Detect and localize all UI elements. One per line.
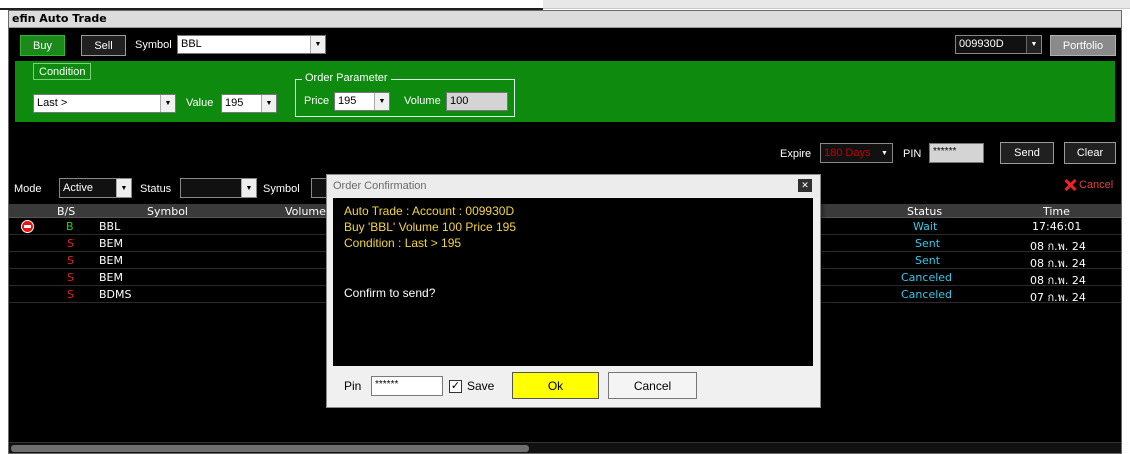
- save-label: Save: [467, 379, 495, 393]
- row-side: S: [67, 237, 74, 250]
- chevron-down-icon[interactable]: ▼: [241, 179, 256, 197]
- window-title: efin Auto Trade: [12, 12, 107, 25]
- expire-value: 180 Days: [824, 147, 871, 159]
- symbol-combobox[interactable]: BBL ▼: [177, 35, 326, 54]
- chevron-down-icon[interactable]: ▼: [877, 144, 892, 162]
- volume-field[interactable]: 100: [446, 92, 508, 111]
- expire-combobox[interactable]: 180 Days ▼: [820, 143, 893, 163]
- horizontal-scrollbar[interactable]: [9, 442, 1121, 453]
- header-status[interactable]: Status: [907, 205, 942, 218]
- dialog-message-area: Auto Trade : Account : 009930D Buy 'BBL'…: [333, 198, 813, 366]
- background-window-edge: [543, 0, 1130, 9]
- title-bar: efin Auto Trade: [9, 11, 1121, 28]
- chevron-down-icon[interactable]: ▼: [160, 95, 175, 112]
- price-label: Price: [304, 95, 330, 107]
- condition-panel: Condition Last > ▼ Value 195 ▼ Order Par…: [15, 61, 1115, 122]
- account-combobox[interactable]: 009930D ▼: [955, 35, 1042, 54]
- condition-value: 195: [225, 97, 244, 109]
- order-parameter-group: Order Parameter Price 195 ▼ Volume 100: [295, 72, 515, 117]
- order-confirmation-dialog: Order Confirmation ✕ Auto Trade : Accoun…: [326, 174, 821, 408]
- expire-label: Expire: [780, 148, 812, 160]
- close-icon[interactable]: ✕: [798, 179, 812, 192]
- condition-operator-combobox[interactable]: Last > ▼: [33, 94, 176, 113]
- dialog-title-bar: Order Confirmation ✕: [327, 175, 820, 197]
- status-label: Status: [140, 183, 172, 195]
- symbol-label: Symbol: [135, 39, 172, 51]
- portfolio-button[interactable]: Portfolio: [1050, 35, 1116, 56]
- row-symbol: BDMS: [99, 288, 132, 301]
- account-value: 009930D: [959, 38, 1004, 50]
- pin-value: ******: [933, 146, 957, 157]
- row-side: B: [66, 220, 74, 233]
- chevron-down-icon[interactable]: ▼: [1026, 36, 1041, 53]
- cancel-order-icon[interactable]: [21, 220, 34, 233]
- volume-value: 100: [450, 95, 469, 107]
- dialog-line-condition: Condition : Last > 195: [344, 236, 462, 250]
- symbol-filter-label: Symbol: [263, 183, 300, 195]
- clear-button[interactable]: Clear: [1064, 142, 1116, 164]
- row-side: S: [67, 288, 74, 301]
- cancel-x-icon: [1064, 179, 1076, 191]
- row-symbol: BBL: [99, 220, 121, 233]
- price-combobox[interactable]: 195 ▼: [334, 92, 390, 111]
- row-symbol: BEM: [99, 254, 123, 267]
- row-status: Canceled: [901, 288, 953, 301]
- dialog-confirm-text: Confirm to send?: [344, 286, 436, 300]
- chevron-down-icon[interactable]: ▼: [310, 36, 325, 53]
- row-side: S: [67, 254, 74, 267]
- row-time: 07 ก.พ. 24: [1030, 291, 1086, 304]
- row-time: 17:46:01: [1032, 220, 1082, 233]
- dialog-line-account: Auto Trade : Account : 009930D: [344, 204, 515, 218]
- mode-value: Active: [63, 182, 93, 194]
- condition-tab[interactable]: Condition: [33, 63, 92, 80]
- save-checkbox[interactable]: ✓: [449, 380, 462, 393]
- chevron-down-icon[interactable]: ▼: [374, 93, 389, 110]
- value-label: Value: [186, 97, 214, 109]
- value-combobox[interactable]: 195 ▼: [221, 94, 277, 113]
- header-bs[interactable]: B/S: [57, 205, 75, 218]
- row-status: Canceled: [901, 271, 953, 284]
- header-volume[interactable]: Volume: [285, 205, 326, 218]
- row-side: S: [67, 271, 74, 284]
- pin-field[interactable]: ******: [929, 143, 984, 163]
- volume-label: Volume: [404, 95, 441, 107]
- row-status: Sent: [915, 237, 941, 250]
- dialog-pin-value: ******: [375, 379, 399, 390]
- cancel-orders-label: Cancel: [1079, 179, 1114, 191]
- ok-button[interactable]: Ok: [512, 372, 599, 399]
- dialog-pin-field[interactable]: ******: [371, 376, 443, 396]
- row-symbol: BEM: [99, 271, 123, 284]
- scrollbar-thumb[interactable]: [11, 445, 529, 452]
- row-status: Sent: [915, 254, 941, 267]
- mode-label: Mode: [14, 183, 42, 195]
- status-combobox[interactable]: ▼: [180, 178, 257, 198]
- chevron-down-icon[interactable]: ▼: [116, 179, 131, 197]
- chevron-down-icon[interactable]: ▼: [261, 95, 276, 112]
- order-parameter-legend: Order Parameter: [302, 72, 391, 84]
- mode-combobox[interactable]: Active ▼: [59, 178, 132, 198]
- dialog-line-order: Buy 'BBL' Volume 100 Price 195: [344, 220, 517, 234]
- row-status: Wait: [913, 220, 938, 233]
- send-button[interactable]: Send: [1000, 142, 1054, 164]
- row-symbol: BEM: [99, 237, 123, 250]
- sell-button[interactable]: Sell: [81, 35, 126, 56]
- symbol-value: BBL: [181, 38, 202, 50]
- pin-label: PIN: [903, 148, 922, 160]
- cancel-button[interactable]: Cancel: [608, 372, 697, 399]
- buy-button[interactable]: Buy: [20, 35, 65, 56]
- header-time[interactable]: Time: [1043, 205, 1070, 218]
- condition-operator-value: Last >: [37, 97, 68, 109]
- cancel-orders-button[interactable]: Cancel: [1064, 179, 1113, 191]
- price-value: 195: [338, 95, 357, 107]
- dialog-title: Order Confirmation: [333, 180, 427, 192]
- header-symbol[interactable]: Symbol: [147, 205, 188, 218]
- dialog-pin-label: Pin: [344, 379, 362, 393]
- desktop-top-strip: [0, 0, 1130, 10]
